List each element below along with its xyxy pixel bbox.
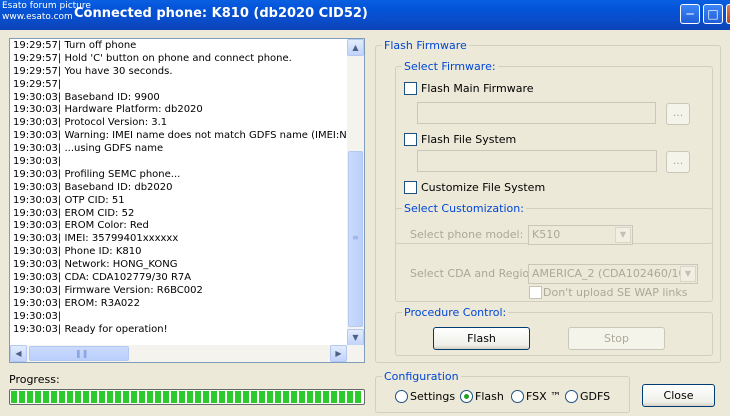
log-line: 19:30:03| EROM Color: Red (13, 220, 149, 232)
chevron-up-icon: ▲ (352, 43, 359, 52)
cda-region-value: AMERICA_2 (CDA102460/101) (532, 267, 697, 280)
radio-fsx[interactable] (511, 390, 524, 403)
no-wap-links-label: Don't upload SE WAP links (543, 286, 688, 299)
phone-model-label: Select phone model: (410, 228, 524, 241)
file-system-path-field[interactable] (417, 150, 657, 172)
flash-firmware-group: Flash Firmware Select Firmware: Flash Ma… (375, 39, 721, 363)
cda-region-select[interactable]: AMERICA_2 (CDA102460/101) ▼ (528, 264, 698, 284)
browse-main-firmware-button[interactable]: ... (666, 103, 690, 125)
chevron-right-icon: ▶ (335, 349, 342, 358)
progress-label: Progress: (9, 373, 60, 386)
grip-icon: ≡ (352, 233, 359, 242)
scroll-right-button[interactable]: ▶ (330, 345, 347, 362)
flash-file-system-label: Flash File System (421, 133, 517, 146)
log-line: 19:30:03| (13, 156, 62, 168)
log-line: 19:30:03| (13, 310, 62, 322)
log-line: 19:30:03| OTP CID: 51 (13, 194, 125, 206)
watermark-line-2: www.esato.com (2, 12, 73, 22)
grip-icon: ❚❚ (75, 349, 89, 358)
log-line: 19:30:03| Protocol Version: 3.1 (13, 117, 168, 129)
log-line: 19:29:57| (13, 78, 62, 90)
radio-flash-label: Flash (475, 390, 504, 403)
minimize-icon: ─ (686, 7, 694, 21)
close-button[interactable]: Close (642, 384, 715, 407)
progress-bar (9, 389, 365, 405)
scroll-left-button[interactable]: ◀ (10, 345, 27, 362)
radio-flash[interactable] (460, 390, 473, 403)
vertical-scroll-thumb[interactable]: ≡ (348, 151, 363, 327)
flash-main-firmware-checkbox[interactable] (404, 82, 417, 95)
horizontal-scroll-thumb[interactable]: ❚❚ (29, 346, 129, 361)
customize-file-system-label: Customize File System (421, 181, 546, 194)
stop-button[interactable]: Stop (568, 327, 665, 350)
scroll-down-button[interactable]: ▼ (347, 329, 364, 346)
flash-file-system-checkbox[interactable] (404, 133, 417, 146)
flash-button[interactable]: Flash (433, 327, 530, 350)
log-line: 19:30:03| Hardware Platform: db2020 (13, 104, 203, 116)
main-firmware-path-field[interactable] (417, 102, 656, 124)
watermark-line-1: Esato forum picture (2, 1, 91, 11)
progress-fill (11, 391, 363, 403)
close-window-button[interactable] (726, 4, 730, 24)
procedure-control-title: Procedure Control: (402, 306, 509, 319)
watermark: Esato forum picture www.esato.com (2, 1, 91, 23)
log-line: 19:30:03| Network: HONG_KONG (13, 259, 178, 271)
log-line: 19:30:03| IMEI: 35799401xxxxxx (13, 233, 179, 245)
cda-region-label: Select CDA and Region: (410, 267, 540, 280)
log-line: 19:29:57| Turn off phone (13, 40, 137, 51)
log-line: 19:30:03| Baseband ID: 9900 (13, 91, 160, 103)
radio-fsx-label: FSX ™ (526, 390, 562, 403)
chevron-down-icon: ▼ (615, 227, 631, 243)
browse-file-system-button[interactable]: ... (666, 151, 690, 173)
log-line: 19:30:03| EROM: R3A022 (13, 297, 141, 309)
log-line: 19:30:03| EROM CID: 52 (13, 207, 135, 219)
log-text: 19:29:57| Turn off phone 19:29:57| Hold '… (13, 40, 349, 346)
log-line: 19:30:03| Phone ID: K810 (13, 246, 142, 258)
configuration-title: Configuration (382, 370, 461, 383)
radio-settings[interactable] (395, 390, 408, 403)
maximize-button[interactable]: □ (703, 4, 723, 24)
radio-gdfs[interactable] (565, 390, 578, 403)
vertical-scrollbar[interactable]: ▲ ≡ ▼ (347, 39, 364, 346)
no-wap-links-checkbox[interactable] (529, 286, 542, 299)
log-line: 19:29:57| You have 30 seconds. (13, 65, 173, 77)
minimize-button[interactable]: ─ (680, 4, 700, 24)
phone-model-select[interactable]: K510 ▼ (528, 225, 633, 245)
radio-settings-label: Settings (410, 390, 456, 403)
log-line: 19:30:03| CDA: CDA102779/30 R7A (13, 272, 192, 284)
horizontal-scrollbar[interactable]: ◀ ❚❚ ▶ (10, 345, 364, 362)
select-firmware-title: Select Firmware: (402, 60, 498, 73)
maximize-icon: □ (707, 7, 719, 21)
log-line: 19:30:03| Profiling SEMC phone... (13, 168, 181, 180)
phone-model-value: K510 (532, 228, 561, 241)
title-bar: Connected phone: K810 (db2020 CID52) Esa… (0, 0, 730, 30)
window-title: Connected phone: K810 (db2020 CID52) (74, 6, 368, 21)
radio-selected-icon (464, 394, 469, 399)
log-pane[interactable]: 19:29:57| Turn off phone 19:29:57| Hold '… (9, 38, 365, 363)
flash-firmware-title: Flash Firmware (382, 39, 469, 52)
select-customization-group: Select Customization: Select phone model… (395, 202, 713, 302)
radio-gdfs-label: GDFS (580, 390, 611, 403)
log-line: 19:29:57| Hold 'C' button on phone and c… (13, 52, 292, 64)
log-line: 19:30:03| ...using GDFS name (13, 143, 164, 155)
chevron-down-icon: ▼ (680, 266, 696, 282)
select-customization-title: Select Customization: (402, 202, 526, 215)
scroll-up-button[interactable]: ▲ (347, 39, 364, 56)
log-line: 19:30:03| Ready for operation! (13, 323, 168, 335)
procedure-control-group: Procedure Control: Flash Stop (395, 306, 713, 356)
customize-file-system-checkbox[interactable] (404, 181, 417, 194)
log-line: 19:30:03| Warning: IMEI name does not ma… (13, 130, 349, 142)
chevron-left-icon: ◀ (15, 349, 22, 358)
log-line: 19:30:03| Firmware Version: R6BC002 (13, 284, 203, 296)
chevron-down-icon: ▼ (352, 333, 359, 342)
flash-main-firmware-label: Flash Main Firmware (421, 82, 534, 95)
log-line: 19:30:03| Baseband ID: db2020 (13, 181, 173, 193)
configuration-group: Configuration Settings Flash FSX ™ GDFS (375, 370, 630, 413)
